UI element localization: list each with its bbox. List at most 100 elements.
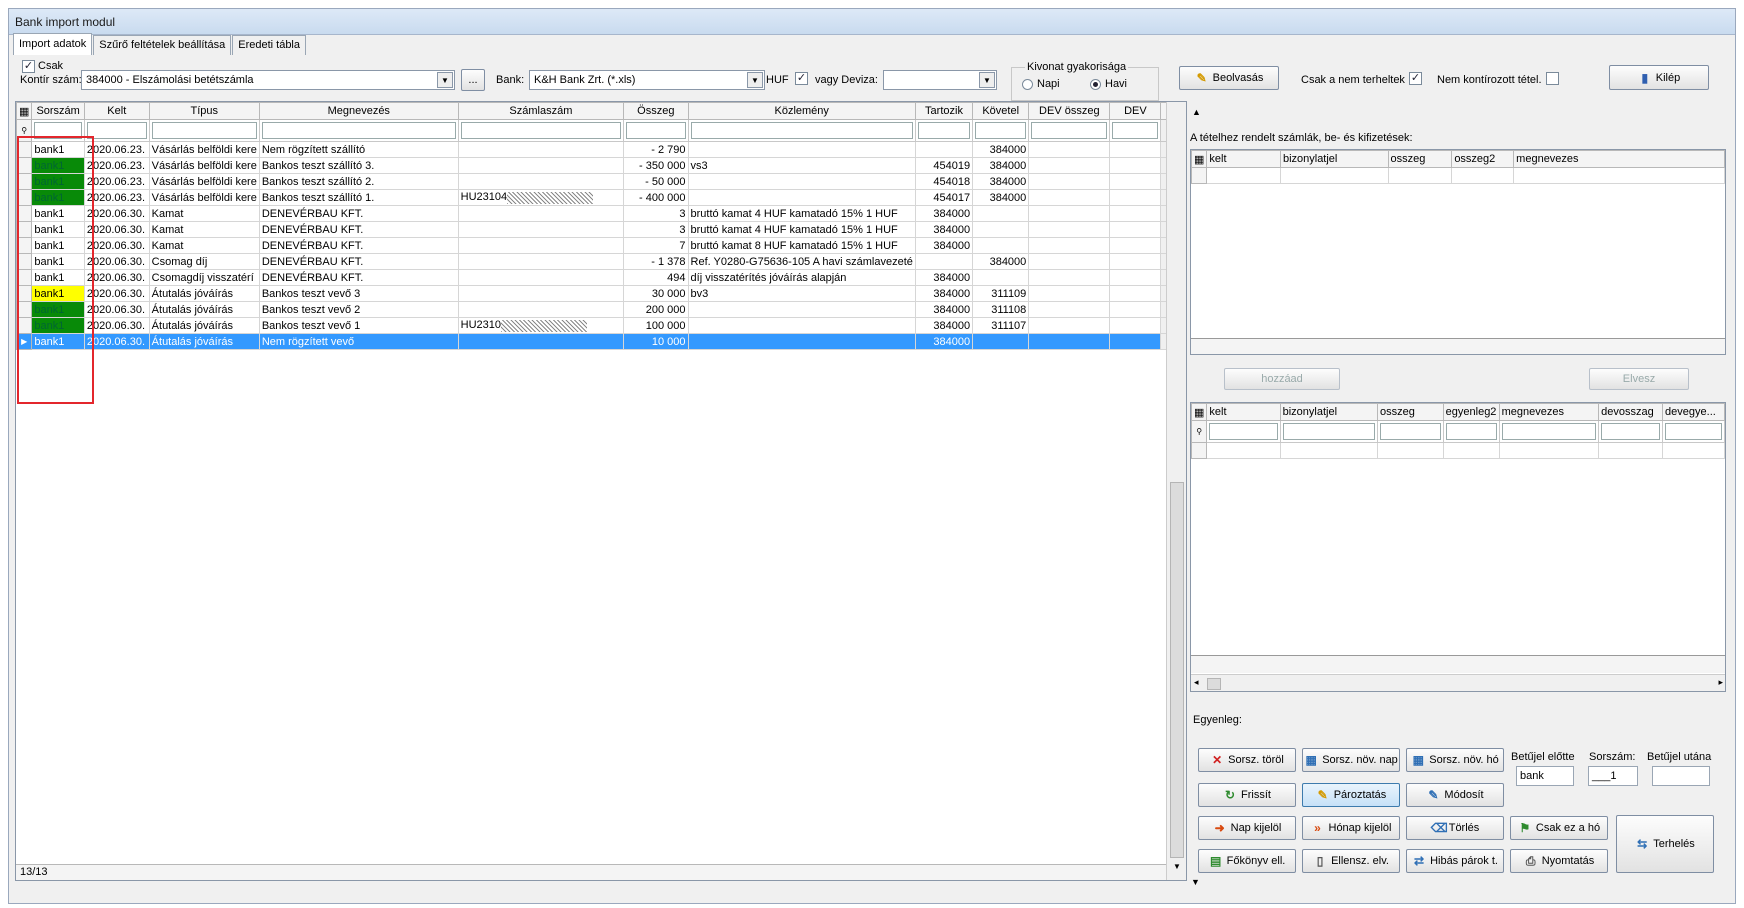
sorsz-nov-nap-button[interactable]: ▦ Sorsz. növ. nap	[1302, 748, 1400, 772]
cell-kelt[interactable]: 2020.06.23.	[83, 189, 150, 206]
col-bizonylatjel[interactable]: bizonylatjel	[1279, 150, 1389, 168]
table-row[interactable]: ▶ bank1 2020.06.30. Átutalás jóváírás Nem rö…	[16, 333, 1186, 350]
cell-dev[interactable]	[1109, 333, 1162, 350]
cell-kelt[interactable]: 2020.06.30.	[83, 333, 150, 350]
paroztatas-button[interactable]: ✎ Pároztatás	[1302, 783, 1400, 807]
scroll-left-arrow[interactable]: ◂	[1194, 677, 1199, 688]
col-kelt[interactable]: kelt	[1206, 150, 1281, 168]
cell-tartozik[interactable]: 384000	[914, 301, 974, 318]
table-row[interactable]: bank1 2020.06.23. Vásárlás belföldi kere Ba…	[16, 157, 1186, 174]
filter-cell[interactable]	[1109, 119, 1162, 142]
cell-megnevezes[interactable]: DENEVÉRBAU KFT.	[258, 269, 459, 286]
cell-dev-osszeg[interactable]	[1028, 237, 1111, 254]
cell-megnevezes[interactable]: DENEVÉRBAU KFT.	[258, 221, 459, 238]
cell-szamlaszam[interactable]	[457, 173, 625, 190]
table-row[interactable]: bank1 2020.06.23. Vásárlás belföldi kere Ne…	[16, 141, 1186, 158]
cell-kelt[interactable]: 2020.06.30.	[83, 317, 150, 334]
cell-kelt[interactable]: 2020.06.23.	[83, 157, 150, 174]
vertical-scrollbar[interactable]: ▼	[1166, 102, 1186, 880]
cell-kovetel[interactable]	[972, 333, 1030, 350]
cell-dev[interactable]	[1109, 189, 1162, 206]
cell-dev-osszeg[interactable]	[1028, 141, 1111, 158]
horizontal-scrollbar[interactable]: ◂ ▸	[1191, 674, 1725, 691]
cell-kelt[interactable]: 2020.06.23.	[83, 141, 150, 158]
cell-tartozik[interactable]: 384000	[914, 333, 974, 350]
cell-kozlemeny[interactable]: díj visszatérítés jóváírás alapján	[687, 269, 916, 286]
cell-tartozik[interactable]: 454019	[914, 157, 974, 174]
cell-osszeg[interactable]: 200 000	[623, 301, 689, 318]
filter-cell[interactable]	[1377, 420, 1444, 443]
col-kelt[interactable]: kelt	[1206, 403, 1281, 421]
cell-osszeg[interactable]: 3	[623, 205, 689, 222]
grid-menu-icon[interactable]: ▦	[1191, 403, 1208, 421]
kilep-button[interactable]: ▮ Kilép	[1609, 65, 1709, 90]
col-megnevezes[interactable]: Megnevezés	[258, 102, 459, 120]
huf-checkbox[interactable]: ✓	[795, 72, 808, 85]
cell-dev-osszeg[interactable]	[1028, 205, 1111, 222]
table-row[interactable]: bank1 2020.06.30. Csomag díj DENEVÉRBAU KFT…	[16, 253, 1186, 270]
col-sorszam[interactable]: Sorszám	[31, 102, 85, 120]
cell-megnevezes[interactable]: Nem rögzített szállító	[258, 141, 459, 158]
grid-menu-icon[interactable]: ▦	[16, 102, 33, 120]
cell-dev[interactable]	[1109, 269, 1162, 286]
modosit-button[interactable]: ✎ Módosít	[1406, 783, 1504, 807]
cell-megnevezes[interactable]: Nem rögzített vevő	[258, 333, 459, 350]
cell-dev[interactable]	[1109, 221, 1162, 238]
cell-tipus[interactable]: Átutalás jóváírás	[148, 333, 260, 350]
havi-radio[interactable]	[1090, 79, 1101, 90]
cell-tartozik[interactable]: 454018	[914, 173, 974, 190]
cell-tartozik[interactable]: 384000	[914, 317, 974, 334]
tab-import-adatok[interactable]: Import adatok	[13, 33, 93, 55]
cell-dev-osszeg[interactable]	[1028, 221, 1111, 238]
cell-dev[interactable]	[1109, 205, 1162, 222]
cell-osszeg[interactable]: - 1 378	[623, 253, 689, 270]
scrollbar-thumb[interactable]	[1207, 678, 1221, 690]
cell-kozlemeny[interactable]: vs3	[687, 157, 916, 174]
nyomtatas-button[interactable]: ⎙ Nyomtatás	[1510, 849, 1608, 873]
cell-kovetel[interactable]	[972, 237, 1030, 254]
cell-kelt[interactable]: 2020.06.30.	[83, 221, 150, 238]
cell-tipus[interactable]: Vásárlás belföldi kere	[148, 157, 260, 174]
cell-kelt[interactable]: 2020.06.30.	[83, 269, 150, 286]
col-tipus[interactable]: Típus	[148, 102, 260, 120]
col-osszeg2[interactable]: osszeg2	[1451, 150, 1515, 168]
cell-kozlemeny[interactable]: bruttó kamat 8 HUF kamatadó 15% 1 HUF	[687, 237, 916, 254]
beolvasas-button[interactable]: ✎ Beolvasás	[1179, 66, 1279, 90]
cell-kelt[interactable]: 2020.06.30.	[83, 205, 150, 222]
cell-osszeg[interactable]: 10 000	[623, 333, 689, 350]
col-devosszag[interactable]: devosszag	[1598, 403, 1664, 421]
panel-up-arrow[interactable]: ▲	[1192, 107, 1201, 117]
cell-kovetel[interactable]	[972, 205, 1030, 222]
cell-dev[interactable]	[1109, 253, 1162, 270]
table-row[interactable]: bank1 2020.06.30. Kamat DENEVÉRBAU KFT. 7 bru…	[16, 237, 1186, 254]
cell-dev-osszeg[interactable]	[1028, 189, 1111, 206]
cell-kelt[interactable]: 2020.06.30.	[83, 237, 150, 254]
cell-tipus[interactable]: Vásárlás belföldi kere	[148, 173, 260, 190]
filter-cell[interactable]	[1598, 420, 1664, 443]
cell-kovetel[interactable]: 384000	[972, 173, 1030, 190]
hibas-parok-button[interactable]: ⇄ Hibás párok t.	[1406, 849, 1504, 873]
betujel-sorszam-input[interactable]: ___1	[1588, 766, 1638, 786]
cell-dev-osszeg[interactable]	[1028, 301, 1111, 318]
cell-dev[interactable]	[1109, 301, 1162, 318]
cell-osszeg[interactable]: 7	[623, 237, 689, 254]
cell-megnevezes[interactable]: DENEVÉRBAU KFT.	[258, 205, 459, 222]
cell-dev[interactable]	[1109, 141, 1162, 158]
cell-kovetel[interactable]: 311108	[972, 301, 1030, 318]
filter-cell[interactable]	[623, 119, 689, 142]
tab-szuro-feltetelek[interactable]: Szűrő feltételek beállítása	[93, 35, 232, 55]
col-kozlemeny[interactable]: Közlemény	[687, 102, 916, 120]
cell-tipus[interactable]: Vásárlás belföldi kere	[148, 189, 260, 206]
cell-kovetel[interactable]: 311109	[972, 285, 1030, 302]
cell-kovetel[interactable]	[972, 221, 1030, 238]
cell-megnevezes[interactable]: Bankos teszt szállító 2.	[258, 173, 459, 190]
cell-tartozik[interactable]: 384000	[914, 269, 974, 286]
cell-tartozik[interactable]: 384000	[914, 285, 974, 302]
cell-megnevezes[interactable]: DENEVÉRBAU KFT.	[258, 253, 459, 270]
payments-grid[interactable]: ▦ kelt bizonylatjel osszeg egyenleg2 meg…	[1190, 402, 1726, 692]
cell-tipus[interactable]: Átutalás jóváírás	[148, 301, 260, 318]
cell-dev[interactable]	[1109, 317, 1162, 334]
torles-button[interactable]: ⌫ Törlés	[1406, 816, 1504, 840]
col-egyenleg2[interactable]: egyenleg2	[1442, 403, 1500, 421]
table-row[interactable]: bank1 2020.06.30. Átutalás jóváírás Bankos …	[16, 317, 1186, 334]
